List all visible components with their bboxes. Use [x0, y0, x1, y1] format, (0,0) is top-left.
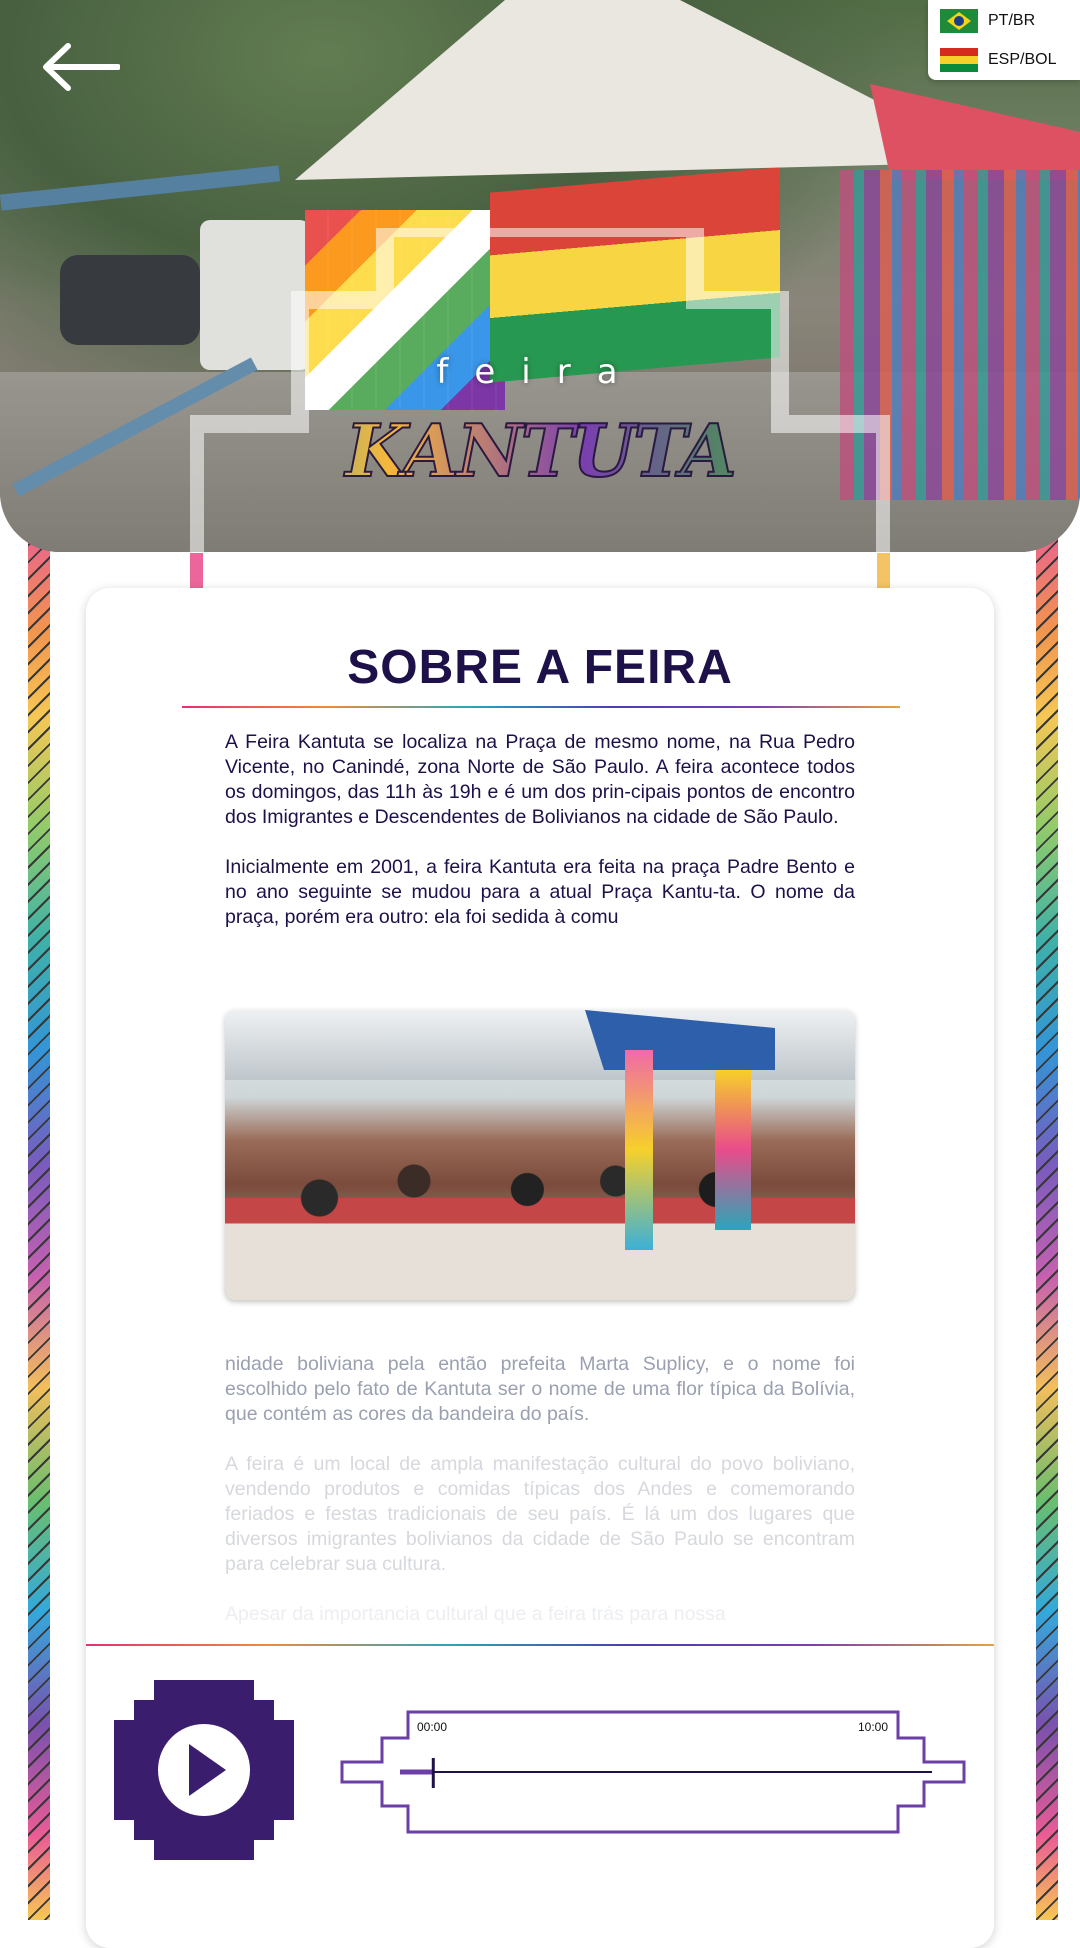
article-text-bottom[interactable]: nidade boliviana pela então prefeita Mar… [225, 1352, 855, 1652]
play-button[interactable] [114, 1680, 294, 1860]
back-arrow-icon[interactable] [40, 40, 120, 94]
paragraph: A Feira Kantuta se localiza na Praça de … [225, 731, 855, 828]
player-divider [86, 1644, 994, 1646]
page-title: SOBRE A FEIRA [347, 641, 733, 694]
article-text-top[interactable]: A Feira Kantuta se localiza na Praça de … [225, 730, 855, 955]
paragraph: Apesar da importancia cultural que a fei… [225, 1603, 726, 1625]
language-option-espbol[interactable]: ESP/BOL [940, 45, 1056, 75]
woven-border-left [28, 520, 50, 1920]
language-label: ESP/BOL [988, 51, 1057, 68]
paragraph: Inicialmente em 2001, a feira Kantuta er… [225, 856, 855, 928]
logo-kantuta: KANTUTA [0, 407, 1080, 494]
language-menu: PT/BR ESP/BOL [928, 0, 1080, 80]
paragraph: nidade boliviana pela então prefeita Mar… [225, 1353, 855, 1425]
woven-border-right [1036, 520, 1058, 1920]
language-label: PT/BR [988, 12, 1036, 29]
logo-feira-text: feira [436, 352, 644, 392]
time-start: 00:00 [417, 1720, 448, 1734]
bolivia-flag-icon [940, 48, 978, 72]
time-end: 10:00 [858, 1720, 889, 1734]
paragraph: A feira é um local de ampla manifestação… [225, 1453, 855, 1575]
feira-photo [225, 1010, 855, 1300]
title-divider [182, 706, 900, 708]
brazil-flag-icon [940, 9, 978, 33]
language-option-ptbr[interactable]: PT/BR [940, 6, 1035, 36]
